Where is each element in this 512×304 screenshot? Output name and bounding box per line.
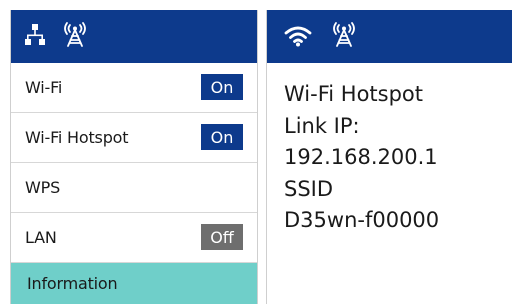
menu-item-wps[interactable]: WPS	[11, 163, 257, 213]
antenna-icon	[64, 22, 86, 52]
connection-info: Wi-Fi Hotspot Link IP: 192.168.200.1 SSI…	[284, 79, 439, 237]
menu-item-label: WPS	[25, 178, 61, 197]
info-line-ssid-value: D35wn-f00000	[284, 208, 440, 232]
information-header	[267, 10, 512, 63]
menu-item-label: LAN	[25, 228, 57, 247]
info-line-ssid-label: SSID	[284, 176, 334, 201]
info-line-link-ip-value: 192.168.200.1	[284, 145, 438, 169]
info-line-link-ip-label: Link IP:	[284, 113, 360, 138]
information-panel: Wi-Fi Hotspot Link IP: 192.168.200.1 SSI…	[266, 10, 512, 304]
menu-item-information[interactable]: Information	[11, 263, 257, 304]
wifi-hotspot-toggle[interactable]: On	[201, 124, 243, 150]
settings-menu-panel: Wi-Fi On Wi-Fi Hotspot On WPS LAN Off In…	[10, 10, 258, 304]
wifi-icon	[284, 25, 312, 51]
lan-toggle[interactable]: Off	[201, 224, 243, 250]
antenna-icon	[333, 22, 355, 52]
menu-item-label: Information	[27, 274, 118, 293]
menu-item-label: Wi-Fi	[25, 78, 63, 97]
network-icon	[24, 23, 46, 51]
menu-item-wifi[interactable]: Wi-Fi On	[11, 63, 257, 113]
menu-item-wifi-hotspot[interactable]: Wi-Fi Hotspot On	[11, 113, 257, 163]
menu-item-label: Wi-Fi Hotspot	[25, 128, 129, 147]
menu-header	[11, 10, 257, 63]
menu-item-lan[interactable]: LAN Off	[11, 213, 257, 263]
info-line-mode: Wi-Fi Hotspot	[284, 82, 424, 106]
wifi-toggle[interactable]: On	[201, 74, 243, 100]
